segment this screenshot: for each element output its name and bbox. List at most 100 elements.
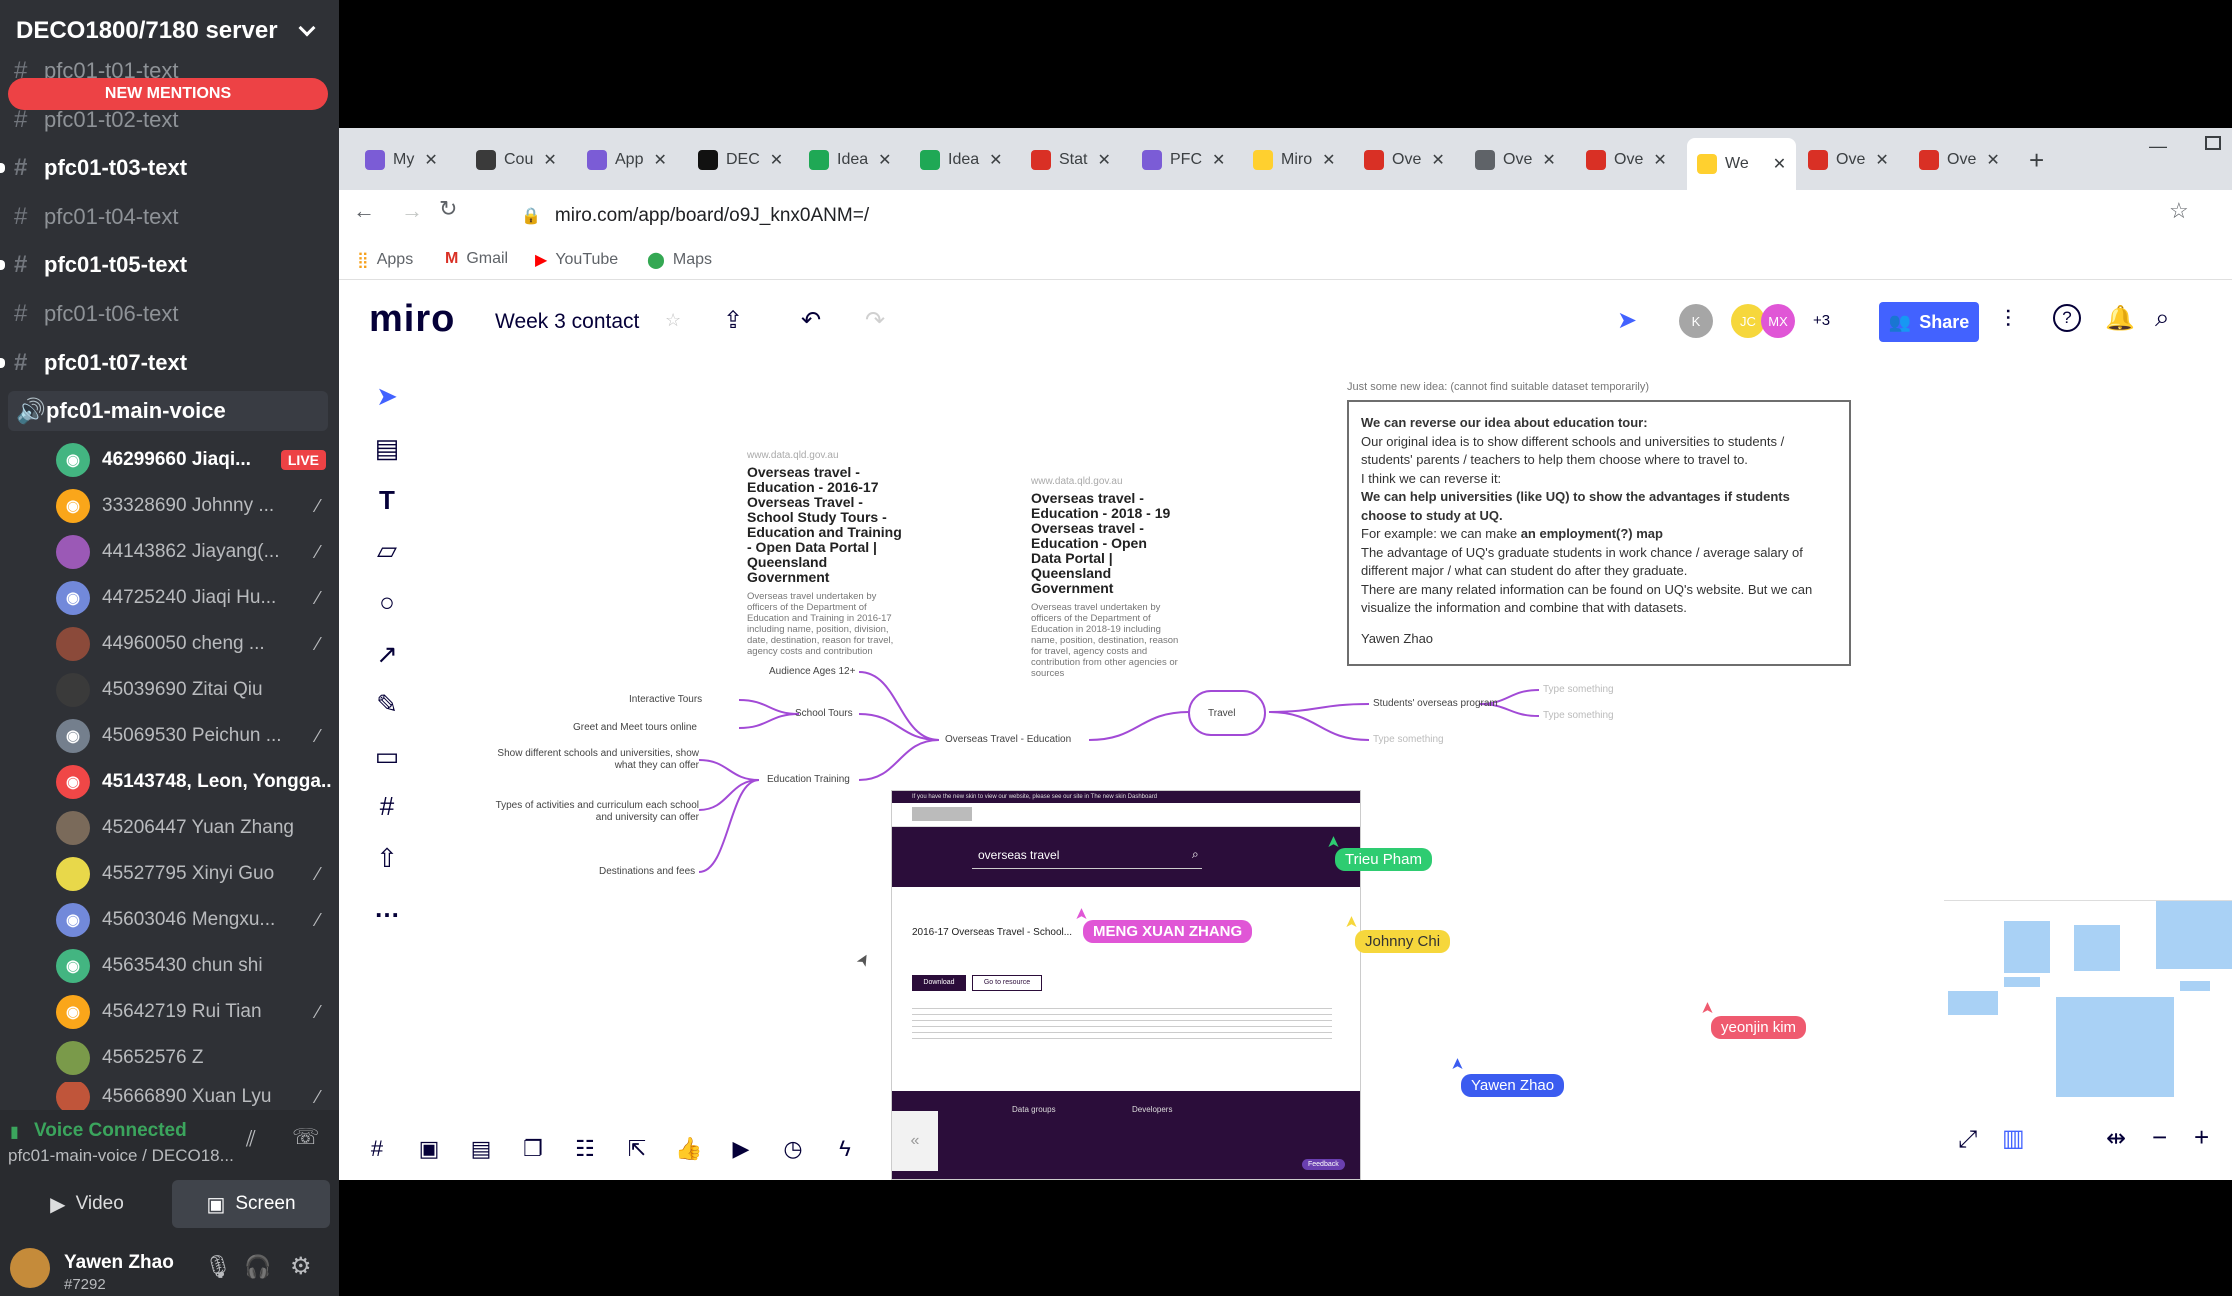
- embed-download-button[interactable]: Download: [912, 975, 966, 991]
- mindmap-node-show-diff[interactable]: Show different schools and universities,…: [489, 748, 699, 772]
- noise-suppression-icon[interactable]: ⫽: [246, 1126, 256, 1152]
- browser-tab[interactable]: Ove ✕: [1919, 142, 2000, 178]
- embedded-webpage[interactable]: If you have the new skin to view our web…: [891, 790, 1361, 1180]
- voice-user[interactable]: ◉ 45143748, Leon, Yongga...: [56, 760, 332, 804]
- mindmap-node-students-program[interactable]: Students' overseas program: [1373, 698, 1498, 709]
- voice-user[interactable]: 45666890 Xuan Lyu ⁄: [56, 1082, 332, 1112]
- channel-pfc01-t07[interactable]: # pfc01-t07-text: [0, 343, 328, 383]
- voice-user[interactable]: ◉ 33328690 Johnny ... ⁄: [56, 484, 332, 528]
- close-icon[interactable]: ✕: [653, 150, 666, 170]
- voice-user[interactable]: ◉ 46299660 Jiaqi... LIVE: [56, 438, 332, 482]
- browser-tab[interactable]: Idea ✕: [920, 142, 1003, 178]
- browser-tab[interactable]: Stat ✕: [1031, 142, 1111, 178]
- close-icon[interactable]: ✕: [1542, 150, 1555, 170]
- browser-tab[interactable]: DEC ✕: [698, 142, 783, 178]
- back-icon[interactable]: ←: [353, 198, 375, 224]
- close-icon[interactable]: ✕: [1322, 150, 1335, 170]
- close-icon[interactable]: ✕: [1212, 150, 1225, 170]
- mindmap-node-types[interactable]: Types of activities and curriculum each …: [489, 800, 699, 824]
- bookmark-youtube[interactable]: ▶ YouTube: [535, 250, 618, 270]
- close-icon[interactable]: ✕: [1875, 150, 1888, 170]
- collapse-panel-icon[interactable]: «: [892, 1111, 938, 1171]
- mindmap-node-audience[interactable]: Audience Ages 12+: [769, 666, 855, 677]
- voice-status[interactable]: Voice Connected: [34, 1120, 187, 1142]
- browser-tab[interactable]: Ove ✕: [1364, 142, 1445, 178]
- voice-user[interactable]: 45527795 Xinyi Guo ⁄: [56, 852, 332, 896]
- voice-user[interactable]: ◉ 44725240 Jiaqi Hu... ⁄: [56, 576, 332, 620]
- voice-user[interactable]: ◉ 45603046 Mengxu... ⁄: [56, 898, 332, 942]
- close-icon[interactable]: ✕: [1986, 150, 1999, 170]
- miro-board[interactable]: miro Week 3 contact ☆ ⇪ ↶ ↷ ➤ K JC MX +3…: [339, 280, 2232, 1180]
- avatar[interactable]: [10, 1248, 50, 1288]
- close-icon[interactable]: ✕: [1653, 150, 1666, 170]
- server-header[interactable]: DECO1800/7180 server: [0, 0, 339, 62]
- gear-icon[interactable]: ⚙: [290, 1252, 312, 1281]
- embed-go-button[interactable]: Go to resource: [972, 975, 1042, 991]
- url-field[interactable]: 🔒 miro.com/app/board/o9J_knx0ANM=/: [521, 196, 2081, 236]
- voice-user[interactable]: ◉ 45642719 Rui Tian ⁄: [56, 990, 332, 1034]
- microphone-icon[interactable]: 🎙: [204, 1254, 232, 1280]
- close-icon[interactable]: ✕: [424, 150, 437, 170]
- video-button[interactable]: ▶ Video: [8, 1180, 166, 1228]
- voice-channel-path[interactable]: pfc01-main-voice / DECO18...: [8, 1146, 234, 1166]
- browser-tab[interactable]: PFC ✕: [1142, 142, 1225, 178]
- close-icon[interactable]: ✕: [1097, 150, 1110, 170]
- minimize-icon[interactable]: —: [2149, 136, 2167, 157]
- browser-tab-active[interactable]: We ✕: [1687, 138, 1797, 190]
- close-icon[interactable]: ✕: [989, 150, 1002, 170]
- mindmap-node-placeholder[interactable]: Type something: [1543, 684, 1614, 695]
- disconnect-icon[interactable]: ☏: [292, 1124, 320, 1150]
- mindmap-node-school-tours[interactable]: School Tours: [795, 708, 853, 719]
- channel-pfc01-t04[interactable]: # pfc01-t04-text: [14, 197, 328, 237]
- voice-user[interactable]: ◉ 45069530 Peichun ... ⁄: [56, 714, 332, 758]
- fullscreen-icon[interactable]: ⤢: [1958, 1126, 1977, 1154]
- star-icon[interactable]: ☆: [2169, 198, 2189, 224]
- channel-pfc01-t03[interactable]: # pfc01-t03-text: [0, 148, 328, 188]
- close-icon[interactable]: ✕: [1773, 154, 1786, 174]
- zoom-out-icon[interactable]: −: [2152, 1122, 2167, 1153]
- bookmark-maps[interactable]: ⬤ Maps: [647, 250, 712, 270]
- browser-tab[interactable]: Ove ✕: [1475, 142, 1556, 178]
- mindmap-node-interactive[interactable]: Interactive Tours: [629, 694, 702, 705]
- close-icon[interactable]: ✕: [770, 150, 783, 170]
- mindmap-node-greet[interactable]: Greet and Meet tours online: [573, 722, 697, 733]
- browser-tab[interactable]: Ove ✕: [1586, 142, 1667, 178]
- browser-tab[interactable]: App ✕: [587, 142, 667, 178]
- mindmap-node-placeholder[interactable]: Type something: [1543, 710, 1614, 721]
- channel-pfc01-t05[interactable]: # pfc01-t05-text: [0, 245, 328, 285]
- screen-share-button[interactable]: ▣ Screen: [172, 1180, 330, 1228]
- mindmap-node-center[interactable]: Overseas Travel - Education: [945, 734, 1071, 745]
- voice-user[interactable]: 44960050 cheng ... ⁄: [56, 622, 332, 666]
- channel-pfc01-t02[interactable]: # pfc01-t02-text: [14, 100, 328, 140]
- voice-user[interactable]: 45652576 Z: [56, 1036, 332, 1080]
- fit-width-icon[interactable]: ⇹: [2106, 1124, 2126, 1153]
- bookmark-gmail[interactable]: M Gmail: [445, 250, 508, 268]
- channel-pfc01-t06[interactable]: # pfc01-t06-text: [14, 294, 328, 334]
- forward-icon[interactable]: →: [401, 198, 423, 224]
- channel-pfc01-main-voice[interactable]: 🔊 pfc01-main-voice: [8, 391, 328, 431]
- mindmap-node-destinations[interactable]: Destinations and fees: [599, 866, 695, 877]
- close-icon[interactable]: ✕: [1431, 150, 1444, 170]
- maximize-icon[interactable]: [2205, 136, 2221, 150]
- voice-user[interactable]: 45039690 Zitai Qiu: [56, 668, 332, 712]
- zoom-in-icon[interactable]: +: [2194, 1122, 2209, 1153]
- voice-user[interactable]: ◉ 45635430 chun shi: [56, 944, 332, 988]
- reload-icon[interactable]: ↻: [439, 196, 457, 222]
- minimap[interactable]: [1944, 900, 2232, 1100]
- browser-tab[interactable]: Ove ✕: [1808, 142, 1889, 178]
- headphones-icon[interactable]: 🎧: [244, 1254, 271, 1280]
- mindmap-node-travel[interactable]: Travel: [1208, 708, 1235, 719]
- browser-tab[interactable]: Miro ✕: [1253, 142, 1336, 178]
- browser-tab[interactable]: Cou ✕: [476, 142, 557, 178]
- mindmap-node-edu-training[interactable]: Education Training: [767, 774, 850, 785]
- map-icon[interactable]: ▥: [2002, 1124, 2025, 1153]
- voice-user[interactable]: 45206447 Yuan Zhang: [56, 806, 332, 850]
- browser-tab[interactable]: My ✕: [365, 142, 438, 178]
- close-icon[interactable]: ✕: [543, 150, 556, 170]
- bookmark-apps[interactable]: ⣿ Apps: [357, 250, 413, 270]
- embed-search-input[interactable]: overseas travel: [972, 843, 1202, 869]
- voice-user[interactable]: 44143862 Jiayang(... ⁄: [56, 530, 332, 574]
- mindmap-node-placeholder[interactable]: Type something: [1373, 734, 1444, 745]
- feedback-button[interactable]: Feedback: [1302, 1159, 1345, 1170]
- browser-tab[interactable]: Idea ✕: [809, 142, 892, 178]
